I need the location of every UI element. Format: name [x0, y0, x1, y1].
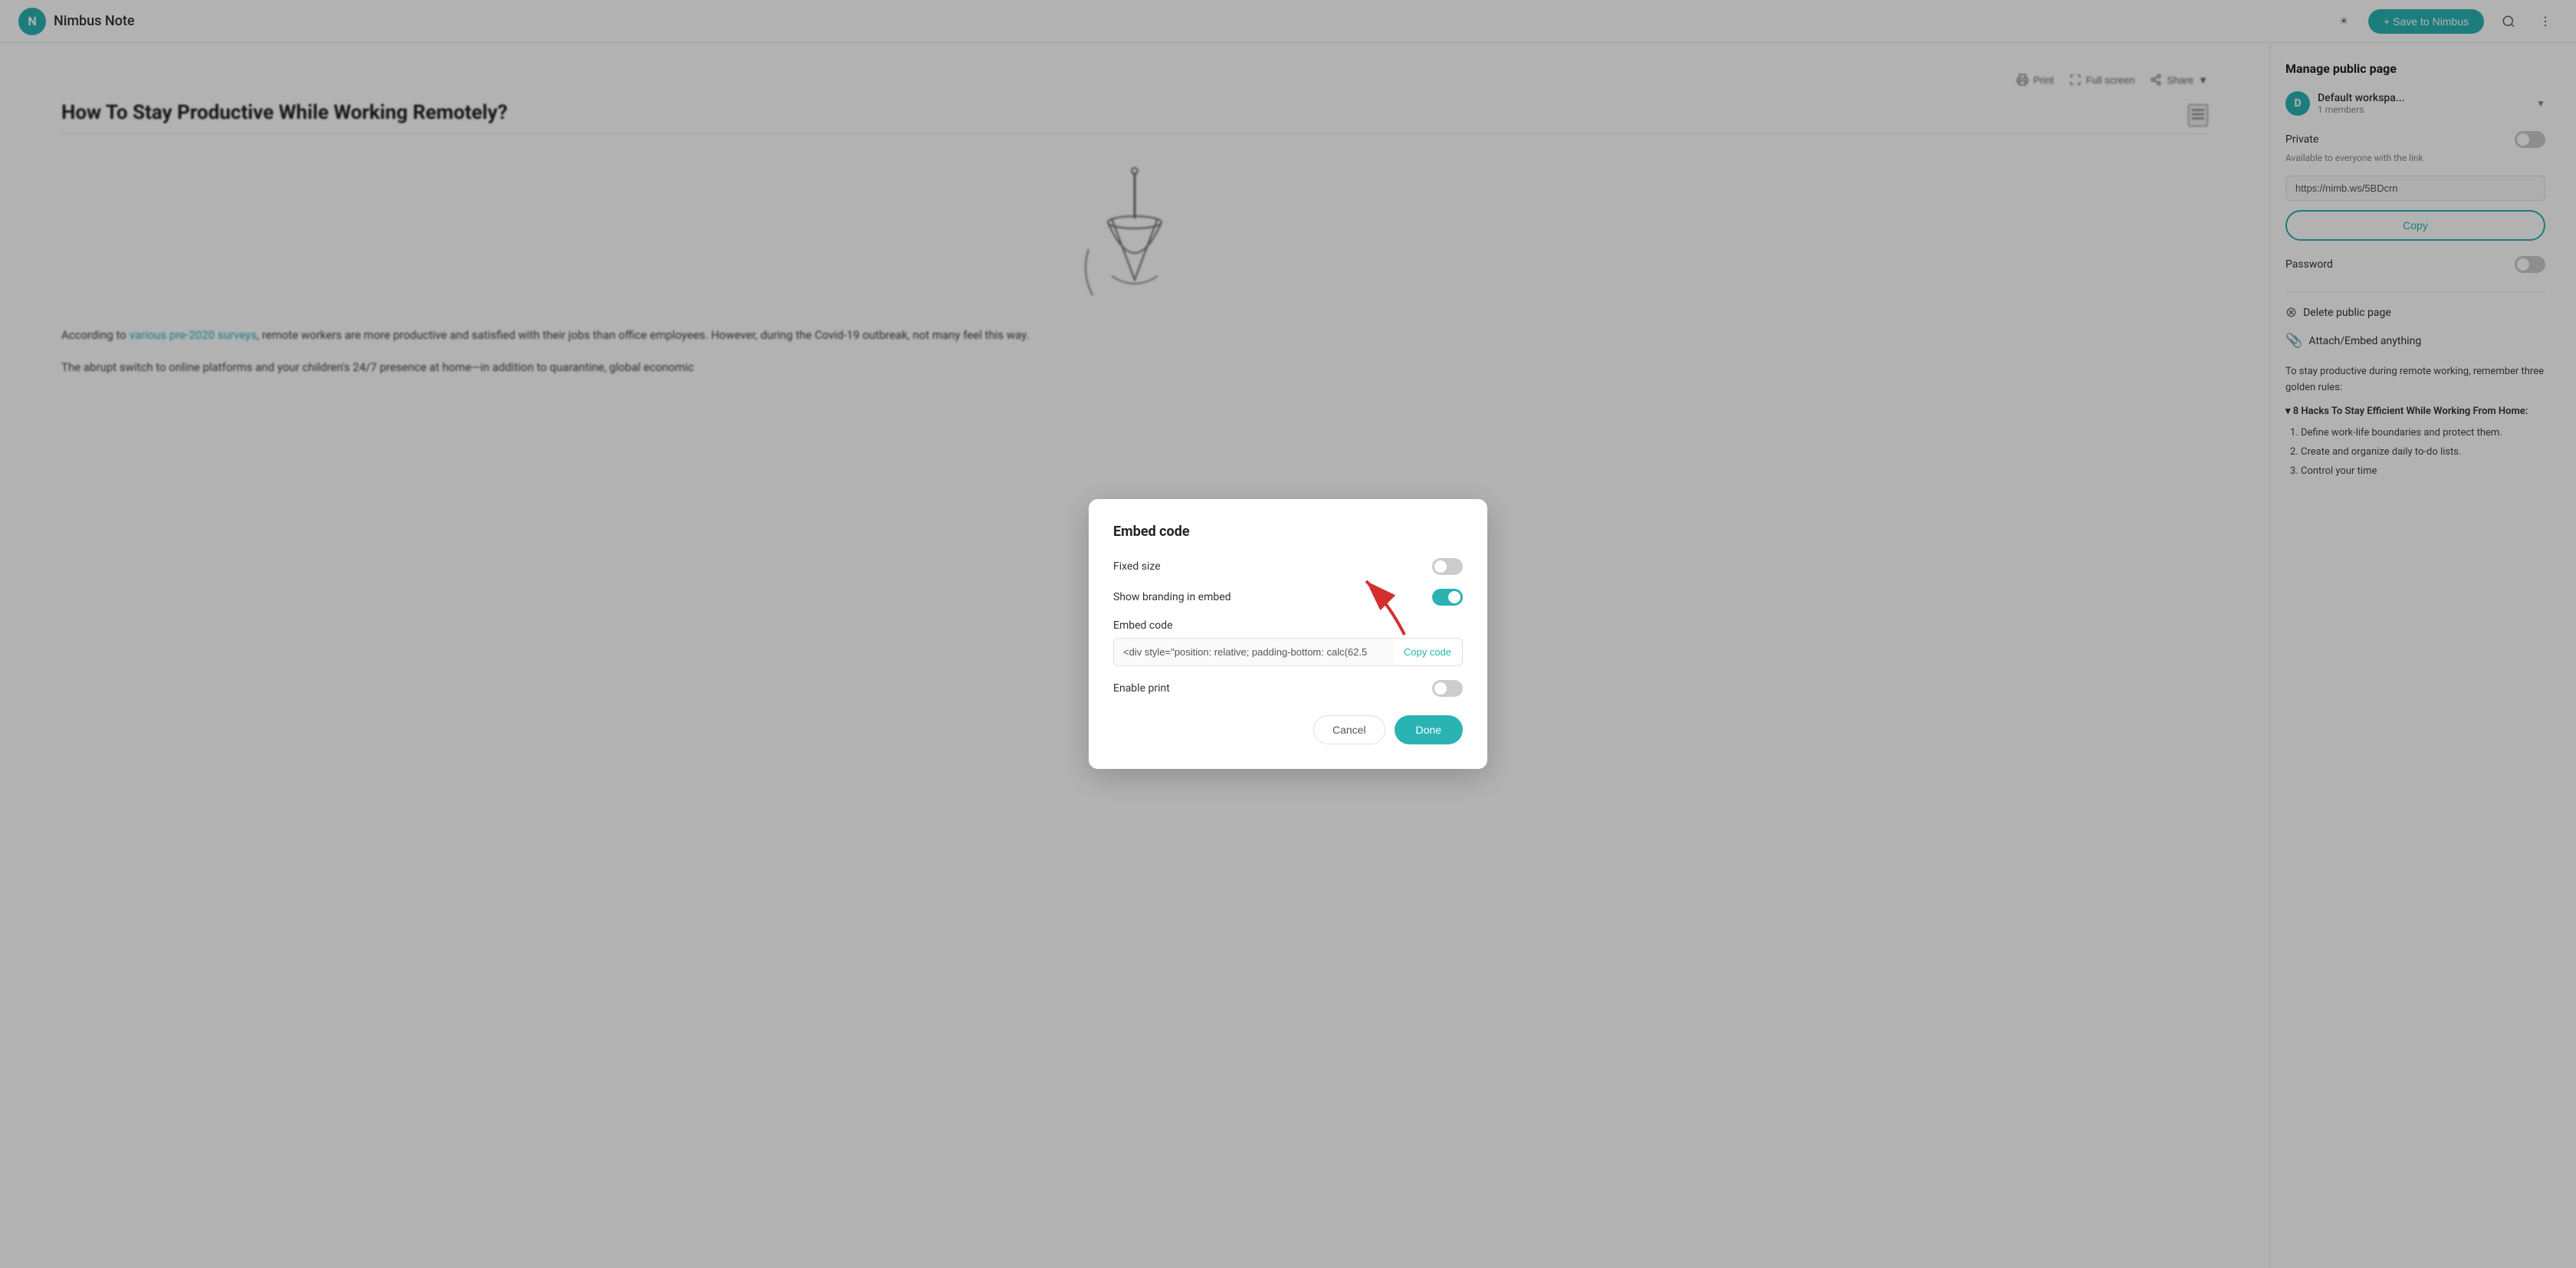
modal-overlay[interactable]: Embed code Fixed size Show branding in e… — [0, 0, 2576, 1268]
modal-footer: Cancel Done — [1113, 715, 1463, 744]
copy-code-button[interactable]: Copy code — [1393, 639, 1462, 665]
show-branding-toggle[interactable] — [1432, 589, 1463, 606]
enable-print-row: Enable print — [1113, 680, 1463, 697]
done-button[interactable]: Done — [1395, 715, 1463, 744]
embed-code-section: Embed code Copy code — [1113, 619, 1463, 666]
embed-input-row: Copy code — [1113, 638, 1463, 666]
enable-print-toggle[interactable] — [1432, 680, 1463, 697]
cancel-button[interactable]: Cancel — [1313, 715, 1385, 744]
embed-code-input[interactable] — [1114, 639, 1393, 665]
show-branding-row: Show branding in embed — [1113, 589, 1463, 606]
fixed-size-row: Fixed size — [1113, 558, 1463, 575]
embed-code-modal: Embed code Fixed size Show branding in e… — [1089, 499, 1487, 769]
fixed-size-toggle[interactable] — [1432, 558, 1463, 575]
modal-title: Embed code — [1113, 524, 1463, 540]
